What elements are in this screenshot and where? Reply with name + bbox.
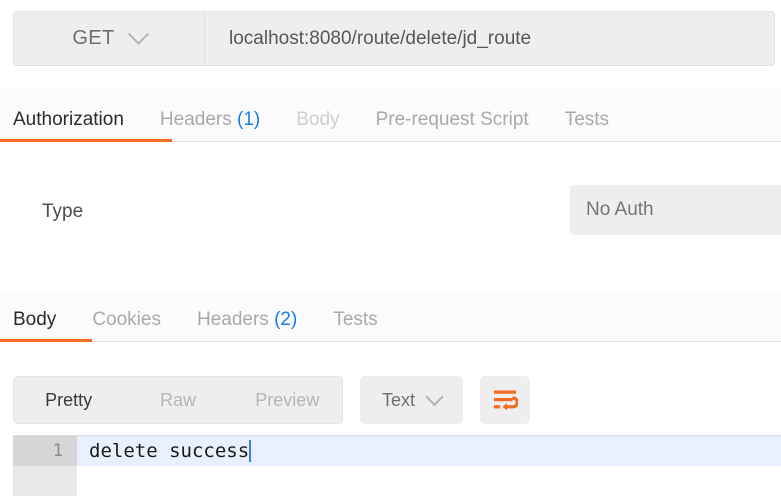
tab-tests-request-label: Tests — [565, 109, 609, 130]
tab-body-response[interactable]: Body — [13, 310, 56, 341]
response-body-editor[interactable]: 1 delete success — [13, 435, 781, 500]
tab-body-request[interactable]: Body — [296, 110, 339, 141]
tab-tests-response-label: Tests — [333, 309, 377, 330]
response-format-toolbar: Pretty Raw Preview Text — [13, 376, 530, 424]
tab-headers-request-count: (1) — [237, 109, 260, 130]
chevron-down-icon — [425, 387, 443, 405]
auth-type-select[interactable]: No Auth — [570, 185, 781, 235]
tab-headers-request[interactable]: Headers (1) — [160, 110, 260, 141]
response-tab-bar: Body Cookies Headers (2) Tests — [0, 292, 781, 342]
code-line[interactable] — [13, 466, 781, 496]
auth-type-label: Type — [42, 201, 83, 223]
code-line-content[interactable]: delete success — [77, 440, 251, 462]
response-language-label: Text — [382, 390, 415, 411]
tab-authorization[interactable]: Authorization — [13, 110, 124, 141]
tab-pre-request-script-label: Pre-request Script — [376, 109, 529, 130]
word-wrap-icon — [492, 389, 518, 411]
view-pretty-button[interactable]: Pretty — [14, 391, 123, 409]
tab-body-request-label: Body — [296, 109, 339, 130]
tab-pre-request-script[interactable]: Pre-request Script — [376, 110, 529, 141]
tab-headers-response-count: (2) — [274, 309, 297, 330]
response-active-tab-indicator — [0, 339, 92, 342]
view-preview-button[interactable]: Preview — [233, 391, 342, 409]
http-method-label: GET — [72, 27, 114, 50]
view-raw-button[interactable]: Raw — [123, 391, 232, 409]
word-wrap-button[interactable] — [480, 376, 530, 424]
tab-cookies[interactable]: Cookies — [92, 310, 161, 341]
tab-headers-response[interactable]: Headers (2) — [197, 310, 297, 341]
line-number: 1 — [13, 436, 77, 466]
request-url-bar: GET localhost:8080/route/delete/jd_route — [13, 11, 775, 66]
tab-tests-request[interactable]: Tests — [565, 110, 609, 141]
request-url-input[interactable]: localhost:8080/route/delete/jd_route — [205, 11, 775, 66]
tab-tests-response[interactable]: Tests — [333, 310, 377, 341]
auth-type-row: Type No Auth — [0, 185, 781, 241]
request-active-tab-indicator — [0, 139, 172, 142]
http-method-select[interactable]: GET — [13, 11, 205, 66]
tab-body-response-label: Body — [13, 309, 56, 330]
view-pretty-label: Pretty — [45, 390, 92, 410]
code-line[interactable]: 1 delete success — [13, 436, 781, 466]
view-raw-label: Raw — [160, 390, 196, 410]
code-line-text: delete success — [89, 440, 249, 462]
request-tab-bar: Authorization Headers (1) Body Pre-reque… — [0, 88, 781, 142]
tab-cookies-label: Cookies — [92, 309, 161, 330]
auth-type-value: No Auth — [586, 199, 654, 221]
view-preview-label: Preview — [255, 390, 319, 410]
response-view-segmented-control: Pretty Raw Preview — [13, 376, 343, 424]
tab-headers-request-label: Headers — [160, 109, 232, 130]
chevron-down-icon — [128, 24, 149, 45]
request-url-text: localhost:8080/route/delete/jd_route — [229, 28, 531, 50]
tab-headers-response-label: Headers — [197, 309, 269, 330]
tab-authorization-label: Authorization — [13, 109, 124, 130]
response-language-select[interactable]: Text — [360, 376, 463, 424]
line-number — [13, 466, 77, 496]
text-caret — [249, 440, 251, 462]
